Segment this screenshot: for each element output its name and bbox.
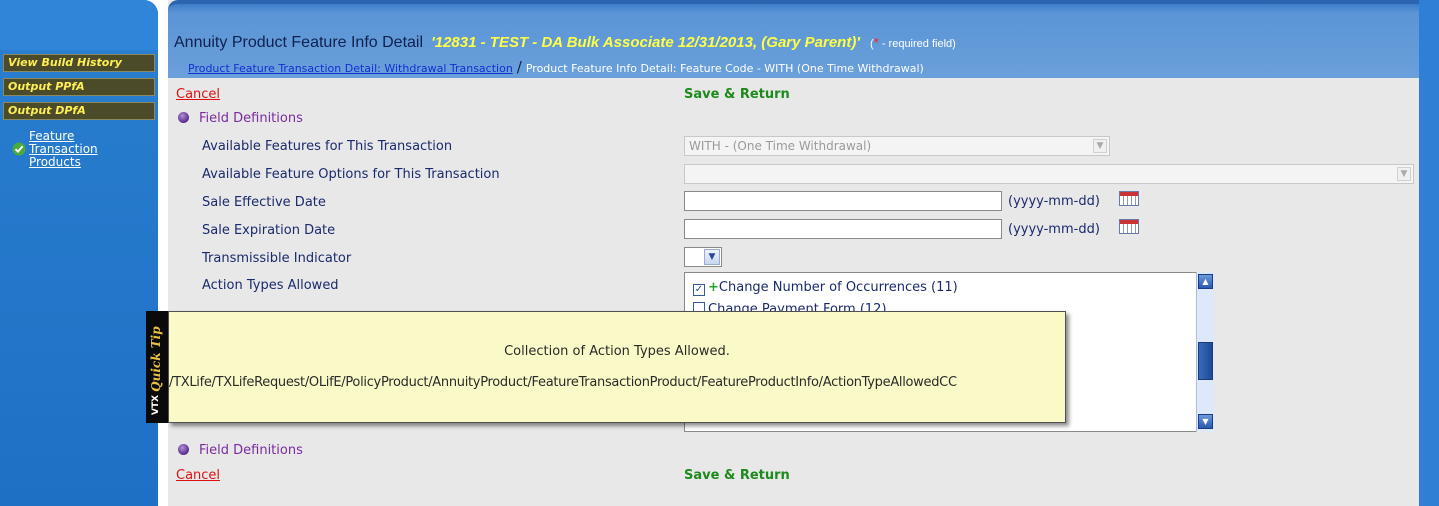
save-return-button-bottom[interactable]: Save & Return [684,468,790,483]
save-return-button-top[interactable]: Save & Return [684,87,790,102]
tooltip-message: Collection of Action Types Allowed. [504,344,730,359]
quick-tip-tooltip: VTX Quick Tip Collection of Action Types… [146,311,1066,423]
title-text: Annuity Product Feature Info Detail [174,34,424,51]
breadcrumb-separator: / [516,58,522,76]
output-ppfa-button[interactable]: Output PPfA [3,78,155,96]
vtx-logo-text: VTX Quick Tip [149,319,165,415]
field-definitions-label[interactable]: Field Definitions [199,443,303,458]
check-circle-icon [12,142,26,156]
field-definitions-label[interactable]: Field Definitions [199,111,303,126]
action-types-allowed-label: Action Types Allowed [202,278,339,293]
calendar-icon[interactable] [1119,219,1139,234]
available-features-value: WITH - (One Time Withdrawal) [689,139,872,153]
sale-effective-date-label: Sale Effective Date [202,195,326,210]
output-dpfa-button[interactable]: Output DPfA [3,102,155,120]
cancel-link-top[interactable]: Cancel [176,87,220,102]
chevron-down-icon: ▼ [1397,167,1411,181]
vtx-quick-tip-logo: VTX Quick Tip [146,311,168,423]
scroll-thumb[interactable] [1198,342,1213,380]
sale-expiration-date-label: Sale Expiration Date [202,223,336,238]
cancel-link-bottom[interactable]: Cancel [176,468,220,483]
available-options-select[interactable]: ▼ [684,164,1414,184]
available-features-select[interactable]: WITH - (One Time Withdrawal) ▼ [684,136,1110,156]
required-text: - required field) [878,38,956,50]
scroll-up-icon[interactable]: ▲ [1198,274,1213,289]
main-panel: Annuity Product Feature Info Detail '128… [168,0,1419,506]
transmissible-indicator-select[interactable]: ▼ [684,247,722,267]
info-bullet-icon [178,444,189,455]
date-format-hint: (yyyy-mm-dd) [1008,222,1100,237]
tooltip-body: Collection of Action Types Allowed. /TXL… [168,311,1066,423]
sale-effective-date-input[interactable] [684,191,1002,211]
date-format-hint: (yyyy-mm-dd) [1008,194,1100,209]
record-label: '12831 - TEST - DA Bulk Associate 12/31/… [431,34,860,51]
available-options-label: Available Feature Options for This Trans… [202,167,500,182]
info-bullet-icon [178,112,189,123]
view-build-history-button[interactable]: View Build History [3,54,155,72]
calendar-header [1120,220,1138,224]
vtx-brand-suffix: Quick Tip [149,326,163,392]
vtx-brand-prefix: VTX [151,394,161,415]
checkbox-checked[interactable]: ✓ [693,284,705,296]
list-item-label: Change Number of Occurrences (11) [718,280,958,295]
breadcrumb: Product Feature Transaction Detail: With… [188,58,924,76]
page-title: Annuity Product Feature Info Detail '128… [174,34,956,52]
tooltip-xpath: /TXLife/TXLifeRequest/OLifE/PolicyProduc… [169,375,957,390]
sale-expiration-date-input[interactable] [684,219,1002,239]
right-edge-bar [1419,0,1439,506]
field-definitions-bottom[interactable]: Field Definitions [178,443,303,458]
sidebar-top [0,0,158,50]
field-definitions-top[interactable]: Field Definitions [178,111,303,126]
page-header: Annuity Product Feature Info Detail '128… [168,0,1419,78]
transmissible-indicator-label: Transmissible Indicator [202,251,352,266]
calendar-icon[interactable] [1119,191,1139,206]
feature-link-line3[interactable]: Products [29,156,98,169]
left-sidebar [0,0,158,506]
available-features-label: Available Features for This Transaction [202,139,453,154]
required-field-note: (* - required field) [870,35,956,50]
breadcrumb-link[interactable]: Product Feature Transaction Detail: With… [188,62,513,75]
scroll-down-icon[interactable]: ▼ [1198,414,1213,429]
chevron-down-icon: ▼ [704,249,720,265]
list-item[interactable]: ✓ +Change Number of Occurrences (11) [693,280,958,296]
breadcrumb-current: Product Feature Info Detail: Feature Cod… [525,62,924,75]
chevron-down-icon: ▼ [1093,139,1107,153]
plus-marker: + [708,280,719,295]
calendar-header [1120,192,1138,196]
listbox-scrollbar[interactable]: ▲ ▼ [1196,272,1214,432]
